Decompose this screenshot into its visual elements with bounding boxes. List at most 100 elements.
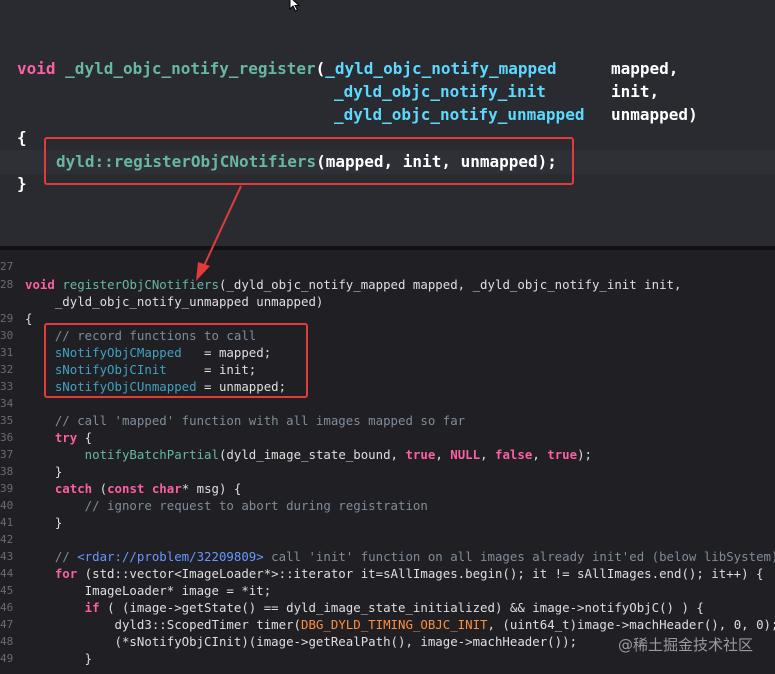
line-number: 47 — [0, 618, 14, 631]
keyword: void — [17, 59, 56, 78]
token-rest: { — [77, 430, 93, 445]
token-fn: notifyBatchPartial — [25, 447, 219, 462]
code-text: dyld3::ScopedTimer timer(DBG_DYLD_TIMING… — [25, 616, 775, 633]
param-type: _dyld_objc_notify_unmapped — [334, 105, 585, 124]
paren: ( — [315, 59, 326, 78]
code-line: 35 // call 'mapped' function with all im… — [0, 412, 775, 429]
line-number: 38 — [0, 465, 14, 478]
token-rest: ( (image->getState() == dyld_image_state… — [99, 600, 704, 615]
line-number: 49 — [0, 652, 14, 665]
token-kw: try — [25, 430, 78, 445]
code-line: 41 } — [0, 514, 775, 531]
line-number: 44 — [0, 567, 14, 580]
line-number: 31 — [0, 346, 14, 359]
code-line: 40 // ignore request to abort during reg… — [0, 497, 775, 514]
code-line: 27 — [0, 258, 775, 275]
code-line: 36 try { — [0, 429, 775, 446]
token-rest5: ); — [577, 447, 592, 462]
token-rest: } — [25, 515, 63, 530]
line-number: 34 — [0, 397, 14, 410]
code-text: _dyld_objc_notify_unmapped unmapped) — [25, 293, 324, 310]
line-number: 46 — [0, 601, 14, 614]
mouse-pointer-icon — [289, 0, 301, 12]
token-rest: dyld3::ScopedTimer timer( — [25, 617, 302, 632]
token-kw3: NULL — [450, 447, 481, 462]
top-line-2: _dyld_objc_notify_init — [334, 80, 546, 103]
open-brace: { — [17, 128, 27, 147]
token-rest2: , (uint64_t)image->machHeader(), 0, 0); — [487, 617, 775, 632]
line-number: 28 — [0, 278, 14, 291]
line-number: 48 — [0, 635, 14, 648]
token-kw: catch — [25, 481, 93, 496]
param-type: _dyld_objc_notify_mapped — [325, 59, 557, 78]
line-number: 33 — [0, 380, 14, 393]
line-number: 29 — [0, 312, 14, 325]
token-rest: (dyld_image_state_bound, — [218, 447, 406, 462]
token-link: <rdar://problem/32209809> — [77, 549, 264, 564]
param-name: init, — [611, 82, 660, 101]
line-number: 27 — [0, 260, 14, 273]
line-number: 36 — [0, 431, 14, 444]
line-number: 41 — [0, 516, 14, 529]
token-fn: registerObjCNotifiers — [62, 277, 219, 292]
param-name: mapped, — [611, 59, 679, 78]
code-line: 42 — [0, 531, 775, 548]
code-text: ImageLoader* image = *it; — [25, 582, 272, 599]
token-cm: // — [25, 549, 78, 564]
code-line: 45 ImageLoader* image = *it; — [0, 582, 775, 599]
token-rest: (std::vector<ImageLoader*>::iterator it=… — [77, 566, 764, 581]
code-text: notifyBatchPartial(dyld_image_state_boun… — [25, 446, 592, 463]
line-number: 40 — [0, 499, 14, 512]
function-name: _dyld_objc_notify_register — [65, 59, 316, 78]
code-line: 38 } — [0, 463, 775, 480]
highlight-box-top — [44, 137, 574, 185]
code-text: // call 'mapped' function with all image… — [25, 412, 465, 429]
token-rest2: , — [435, 447, 451, 462]
token-rest: { — [25, 311, 33, 326]
param-type: _dyld_objc_notify_init — [334, 82, 546, 101]
code-text: (*sNotifyObjCInit)(image->getRealPath(),… — [25, 633, 578, 650]
token-cm: // ignore request to abort during regist… — [25, 498, 428, 513]
code-line: 44 for (std::vector<ImageLoader*>::itera… — [0, 565, 775, 582]
token-kw3: char — [151, 481, 182, 496]
token-rest2 — [144, 481, 151, 496]
code-line: 47 dyld3::ScopedTimer timer(DBG_DYLD_TIM… — [0, 616, 775, 633]
token-rest: ( — [92, 481, 108, 496]
token-kw2: true — [405, 447, 436, 462]
token-cm2: call 'init' function on all images alrea… — [263, 549, 775, 564]
line-number: 43 — [0, 550, 14, 563]
token-kw5: true — [547, 447, 578, 462]
token-kw: if — [25, 600, 100, 615]
param-name: unmapped) — [611, 105, 698, 124]
token-rest: (_dyld_objc_notify_mapped mapped, _dyld_… — [218, 277, 682, 292]
line-number: 37 — [0, 448, 14, 461]
code-text: } — [25, 463, 62, 480]
line-number: 45 — [0, 584, 14, 597]
token-kw: void — [25, 277, 55, 292]
token-rest3: * msg) { — [181, 481, 242, 496]
source-code-panel: 27 28 void registerObjCNotifiers(_dyld_ob… — [0, 250, 775, 674]
code-text: for (std::vector<ImageLoader*>::iterator… — [25, 565, 764, 582]
code-line: 39 catch (const char* msg) { — [0, 480, 775, 497]
top-line-1: void _dyld_objc_notify_register(_dyld_ob… — [17, 57, 556, 80]
token-kw4: false — [495, 447, 533, 462]
code-line: _dyld_objc_notify_unmapped unmapped) — [0, 293, 775, 310]
code-text: if ( (image->getState() == dyld_image_st… — [25, 599, 704, 616]
line-number: 35 — [0, 414, 14, 427]
watermark: @稀土掘金技术社区 — [617, 636, 753, 654]
top-line-3: _dyld_objc_notify_unmapped — [334, 103, 584, 126]
code-text: // ignore request to abort during regist… — [25, 497, 428, 514]
token-macro: DBG_DYLD_TIMING_OBJC_INIT — [301, 617, 488, 632]
close-brace: } — [17, 174, 27, 193]
token-kw2: const — [107, 481, 145, 496]
token-rest: _dyld_objc_notify_unmapped unmapped) — [25, 294, 324, 309]
token-rest: (*sNotifyObjCInit)(image->getRealPath(),… — [25, 634, 578, 649]
code-text: void registerObjCNotifiers(_dyld_objc_no… — [25, 276, 681, 293]
line-number: 39 — [0, 482, 14, 495]
code-text: catch (const char* msg) { — [25, 480, 242, 497]
token-rest: } — [25, 651, 93, 666]
code-line: 46 if ( (image->getState() == dyld_image… — [0, 599, 775, 616]
code-text: try { — [25, 429, 92, 446]
code-text: { — [25, 310, 32, 327]
line-number: 42 — [0, 533, 14, 546]
